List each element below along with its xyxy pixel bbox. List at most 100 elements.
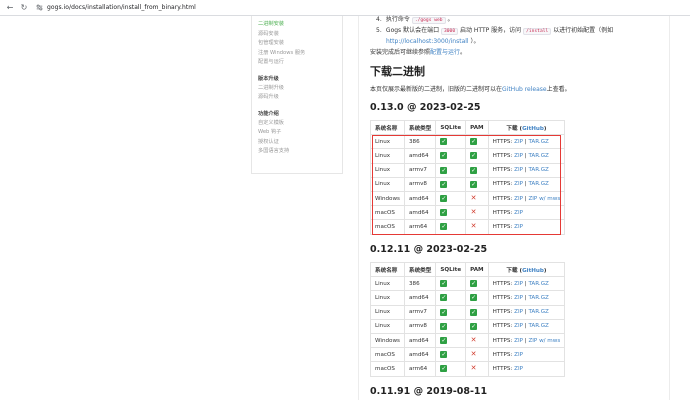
main-content: 4. 执行命令 ./gogs web 。 5. Gogs 默认会在端口 3000… — [358, 16, 670, 400]
protocol-label: HTTPS: — [492, 365, 515, 372]
download-table: 系统名称 系统类型 SQLite PAM 下载 (GitHub) Linux 386 ✓ ✓ HT… — [370, 119, 566, 235]
inline-code: 3000 — [441, 28, 459, 35]
download-link[interactable]: TAR.GZ — [528, 281, 548, 287]
sidebar-item[interactable]: 二进制安装 — [258, 20, 342, 30]
cross-icon: ✕ — [470, 336, 477, 345]
release-version-heading: 0.11.91 @ 2019-08-11 — [370, 386, 488, 397]
arch-cell: armv7 — [403, 304, 437, 320]
download-link[interactable]: ZIP — [514, 295, 523, 301]
pam-cell: ✓ — [465, 134, 489, 150]
sidebar-group: 二进制安装 源码安装 包管理安装 注册 Windows 服务 配置与运行 — [258, 20, 342, 68]
reload-icon[interactable]: ↻ — [19, 3, 29, 13]
sidebar-item[interactable]: 多国语言支持 — [258, 147, 342, 157]
col-download-header: 下载 (GitHub) — [487, 119, 566, 136]
back-arrow-icon[interactable]: ← — [5, 3, 15, 13]
cross-icon: ✕ — [470, 222, 477, 231]
step-5: 5. Gogs 默认会在端口 3000 启动 HTTP 服务，访问 /insta… — [376, 27, 614, 35]
protocol-label: HTTPS: — [492, 138, 515, 145]
table-row: Linux amd64 ✓ ✓ HTTPS: ZIP | TAR.GZ — [370, 290, 566, 306]
download-link[interactable]: TAR.GZ — [528, 139, 548, 145]
sidebar-item[interactable]: Web 钩子 — [258, 128, 342, 138]
download-link[interactable]: TAR.GZ — [528, 181, 548, 187]
os-cell: Linux — [370, 162, 405, 178]
download-link[interactable]: ZIP — [514, 224, 523, 230]
download-link[interactable]: ZIP — [514, 281, 523, 287]
os-cell: Linux — [370, 176, 405, 192]
arch-cell: armv8 — [403, 318, 437, 334]
download-cell: HTTPS: ZIP | ZIP w/ mws — [487, 332, 566, 349]
step-5-continued: http://localhost:3000/install ）。 — [386, 38, 480, 45]
check-icon: ✓ — [440, 209, 448, 217]
arch-cell: 386 — [403, 134, 437, 150]
table-row: macOS amd64 ✓ ✕ HTTPS: ZIP — [370, 205, 566, 221]
download-link[interactable]: TAR.GZ — [528, 167, 548, 173]
site-info-icon[interactable] — [35, 4, 43, 12]
github-header-link[interactable]: GitHub — [522, 126, 544, 132]
download-cell: HTTPS: ZIP | TAR.GZ — [487, 304, 566, 320]
sidebar-item[interactable]: 二进制升级 — [258, 84, 342, 94]
download-cell: HTTPS: ZIP — [487, 361, 566, 377]
pam-cell: ✓ — [465, 304, 489, 320]
download-link[interactable]: ZIP — [514, 323, 523, 329]
protocol-label: HTTPS: — [492, 152, 515, 159]
config-run-link[interactable]: 配置与运行 — [430, 49, 460, 56]
download-link[interactable]: TAR.GZ — [528, 323, 548, 329]
check-icon: ✓ — [470, 294, 478, 302]
table-row: Windows amd64 ✓ ✕ HTTPS: ZIP | ZIP w/ mws — [370, 332, 566, 349]
download-link[interactable]: ZIP — [514, 366, 523, 372]
protocol-label: HTTPS: — [492, 337, 515, 344]
sidebar-item[interactable]: 包管理安装 — [258, 39, 342, 49]
localhost-install-link[interactable]: http://localhost:3000/install — [386, 38, 469, 45]
download-cell: HTTPS: ZIP | ZIP w/ mws — [487, 190, 566, 207]
download-link[interactable]: ZIP — [514, 352, 523, 358]
protocol-label: HTTPS: — [492, 195, 515, 202]
sidebar-item[interactable]: 授权认证 — [258, 138, 342, 148]
download-link[interactable]: ZIP — [514, 309, 523, 315]
github-header-link[interactable]: GitHub — [522, 268, 544, 274]
check-icon: ✓ — [440, 365, 448, 373]
download-cell: HTTPS: ZIP | TAR.GZ — [487, 290, 566, 306]
check-icon: ✓ — [440, 337, 448, 345]
table-row: Linux armv8 ✓ ✓ HTTPS: ZIP | TAR.GZ — [370, 176, 566, 192]
download-cell: HTTPS: ZIP — [487, 347, 566, 363]
sqlite-cell: ✓ — [435, 332, 467, 349]
col-pam-header: PAM — [465, 119, 489, 136]
sidebar-item[interactable]: 源码安装 — [258, 30, 342, 40]
check-icon: ✓ — [440, 195, 448, 203]
download-link[interactable]: ZIP — [514, 196, 523, 202]
check-icon: ✓ — [440, 294, 448, 302]
protocol-label: HTTPS: — [492, 294, 515, 301]
download-link[interactable]: ZIP w/ mws — [528, 196, 560, 202]
install-steps: 4. 执行命令 ./gogs web 。 5. Gogs 默认会在端口 3000… — [376, 14, 613, 47]
download-link[interactable]: TAR.GZ — [528, 295, 548, 301]
download-cell: HTTPS: ZIP | TAR.GZ — [487, 162, 566, 178]
check-icon: ✓ — [440, 152, 448, 160]
cross-icon: ✕ — [470, 194, 477, 203]
sidebar-item[interactable]: 源码升级 — [258, 93, 342, 103]
sidebar-group-heading: 版本升级 — [258, 75, 279, 82]
download-link[interactable]: ZIP — [514, 153, 523, 159]
sidebar-item[interactable]: 配置与运行 — [258, 58, 342, 68]
download-link[interactable]: TAR.GZ — [528, 153, 548, 159]
docs-sidebar: 二进制安装 源码安装 包管理安装 注册 Windows 服务 配置与运行版本升级二进制升… — [251, 16, 343, 174]
pam-cell: ✓ — [465, 318, 489, 334]
download-link[interactable]: ZIP — [514, 139, 523, 145]
download-link[interactable]: TAR.GZ — [528, 309, 548, 315]
check-icon: ✓ — [470, 180, 478, 188]
download-link[interactable]: ZIP — [514, 338, 523, 344]
cross-icon: ✕ — [470, 364, 477, 373]
sqlite-cell: ✓ — [435, 276, 467, 292]
download-link[interactable]: ZIP — [514, 167, 523, 173]
sidebar-item[interactable]: 注册 Windows 服务 — [258, 49, 342, 59]
check-icon: ✓ — [470, 138, 478, 146]
download-link[interactable]: ZIP w/ mws — [528, 338, 560, 344]
pam-cell: ✕ — [465, 205, 489, 221]
arch-cell: amd64 — [403, 190, 437, 207]
download-link[interactable]: ZIP — [514, 210, 523, 216]
sidebar-item[interactable]: 自定义模板 — [258, 119, 342, 129]
github-release-link[interactable]: GitHub release — [502, 86, 547, 93]
release-version-heading: 0.13.0 @ 2023-02-25 — [370, 102, 481, 113]
pam-cell: ✕ — [465, 347, 489, 363]
url-text[interactable]: gogs.io/docs/installation/install_from_b… — [47, 4, 196, 11]
download-link[interactable]: ZIP — [514, 181, 523, 187]
